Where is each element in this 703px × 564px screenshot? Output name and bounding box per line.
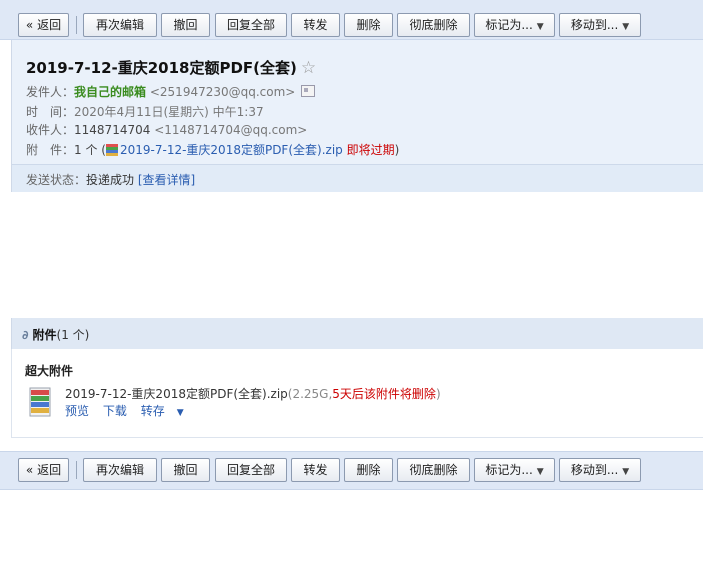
reply-all-button[interactable]: 回复全部 <box>215 458 287 482</box>
status-label: 发送状态： <box>26 173 87 187</box>
mark-as-label: 标记为... <box>485 463 533 477</box>
delete-button[interactable]: 删除 <box>344 13 393 37</box>
download-link[interactable]: 下载 <box>103 404 127 418</box>
forward-button[interactable]: 转发 <box>291 458 340 482</box>
recipient-email: <1148714704@qq.com> <box>154 123 308 137</box>
sender-row: 发件人：我自己的邮箱 <251947230@qq.com> <box>26 83 316 100</box>
delete-permanently-button[interactable]: 彻底删除 <box>397 13 470 37</box>
mark-as-dropdown[interactable]: 标记为... ▼ <box>474 458 555 482</box>
star-icon[interactable]: ☆ <box>301 58 316 78</box>
attachments-title: 附件 <box>32 328 57 342</box>
edit-again-button[interactable]: 再次编辑 <box>83 458 157 482</box>
chevron-down-icon: ▼ <box>536 22 544 32</box>
mark-as-dropdown[interactable]: 标记为... ▼ <box>474 13 555 37</box>
attachment-link[interactable]: 2019-7-12-重庆2018定额PDF(全套).zip <box>120 143 343 157</box>
attachments-count: (1 个) <box>56 328 90 342</box>
withdraw-button[interactable]: 撤回 <box>161 13 210 37</box>
bottom-toolbar: « 返回 再次编辑 撤回 回复全部 转发 删除 彻底删除 标记为... ▼ 移动到… <box>0 451 703 490</box>
chevron-down-icon: ▼ <box>176 408 184 418</box>
recipient-name[interactable]: 1148714704 <box>74 123 150 137</box>
save-to-link[interactable]: 转存 ▼ <box>141 404 194 418</box>
paperclip-icon: ∂ <box>22 328 29 342</box>
chevron-down-icon: ▼ <box>622 22 630 32</box>
reply-all-button[interactable]: 回复全部 <box>215 13 287 37</box>
sender-label: 发件人： <box>26 85 75 99</box>
contact-card-icon[interactable] <box>301 85 316 97</box>
delivery-status-bar: 发送状态：投递成功 [查看详情] <box>12 164 703 192</box>
subject-text: 2019-7-12-重庆2018定额PDF(全套) <box>26 59 297 77</box>
top-toolbar: « 返回 再次编辑 撤回 回复全部 转发 删除 彻底删除 标记为... ▼ 移动到… <box>0 0 703 40</box>
chevron-down-icon: ▼ <box>536 467 544 477</box>
expiry-warning: 即将过期 <box>346 143 395 157</box>
zip-archive-icon <box>29 387 51 417</box>
status-value: 投递成功 <box>86 173 135 187</box>
mail-subject: 2019-7-12-重庆2018定额PDF(全套) ☆ <box>26 57 316 78</box>
large-attachment-title: 超大附件 <box>25 364 74 378</box>
attachment-paren-close: ) <box>394 143 400 157</box>
delete-button[interactable]: 删除 <box>344 458 393 482</box>
recipient-row: 收件人：1148714704 <1148714704@qq.com> <box>26 121 307 138</box>
delete-permanently-button[interactable]: 彻底删除 <box>397 458 470 482</box>
attachments-panel: 超大附件 2019-7-12-重庆2018定额PDF(全套).zip(2.25G… <box>11 349 703 438</box>
sender-name[interactable]: 我自己的邮箱 <box>74 85 146 99</box>
back-button[interactable]: « 返回 <box>18 13 69 37</box>
back-button[interactable]: « 返回 <box>18 458 69 482</box>
move-to-label: 移动到... <box>570 18 619 32</box>
move-to-dropdown[interactable]: 移动到... ▼ <box>559 458 641 482</box>
view-details-link[interactable]: [查看详情] <box>138 173 195 187</box>
chevron-down-icon: ▼ <box>622 467 630 477</box>
attachment-file-name: 2019-7-12-重庆2018定额PDF(全套).zip <box>65 387 288 401</box>
attachment-delete-warning: 5天后该附件将删除 <box>332 387 436 401</box>
attachment-close-paren: ) <box>435 387 441 401</box>
preview-link[interactable]: 预览 <box>65 404 89 418</box>
sender-email: <251947230@qq.com> <box>149 85 296 99</box>
attachments-header: ∂ 附件(1 个) <box>11 318 703 349</box>
withdraw-button[interactable]: 撤回 <box>161 458 210 482</box>
move-to-label: 移动到... <box>570 463 619 477</box>
zip-file-icon <box>105 144 118 156</box>
save-to-label: 转存 <box>140 404 165 418</box>
attachment-file-line: 2019-7-12-重庆2018定额PDF(全套).zip(2.25G,5天后该… <box>65 385 441 402</box>
time-row: 时 间：2020年4月11日(星期六) 中午1:37 <box>26 103 264 120</box>
mail-header: 2019-7-12-重庆2018定额PDF(全套) ☆ 发件人：我自己的邮箱 <2… <box>11 40 703 192</box>
time-value: 2020年4月11日(星期六) 中午1:37 <box>74 105 264 119</box>
forward-button[interactable]: 转发 <box>291 13 340 37</box>
edit-again-button[interactable]: 再次编辑 <box>83 13 157 37</box>
move-to-dropdown[interactable]: 移动到... ▼ <box>559 13 641 37</box>
attachment-count: 1 个 <box>74 143 98 157</box>
mark-as-label: 标记为... <box>485 18 533 32</box>
attachment-row: 附 件：1 个 (2019-7-12-重庆2018定额PDF(全套).zip 即… <box>26 141 399 158</box>
attachment-actions: 预览 下载 转存 ▼ <box>65 402 204 419</box>
attachment-label: 附 件： <box>26 143 75 157</box>
attachment-file-size: (2.25G, <box>287 387 333 401</box>
time-label: 时 间： <box>26 105 75 119</box>
recipient-label: 收件人： <box>26 123 75 137</box>
toolbar-divider <box>76 16 77 34</box>
toolbar-divider <box>76 461 77 479</box>
